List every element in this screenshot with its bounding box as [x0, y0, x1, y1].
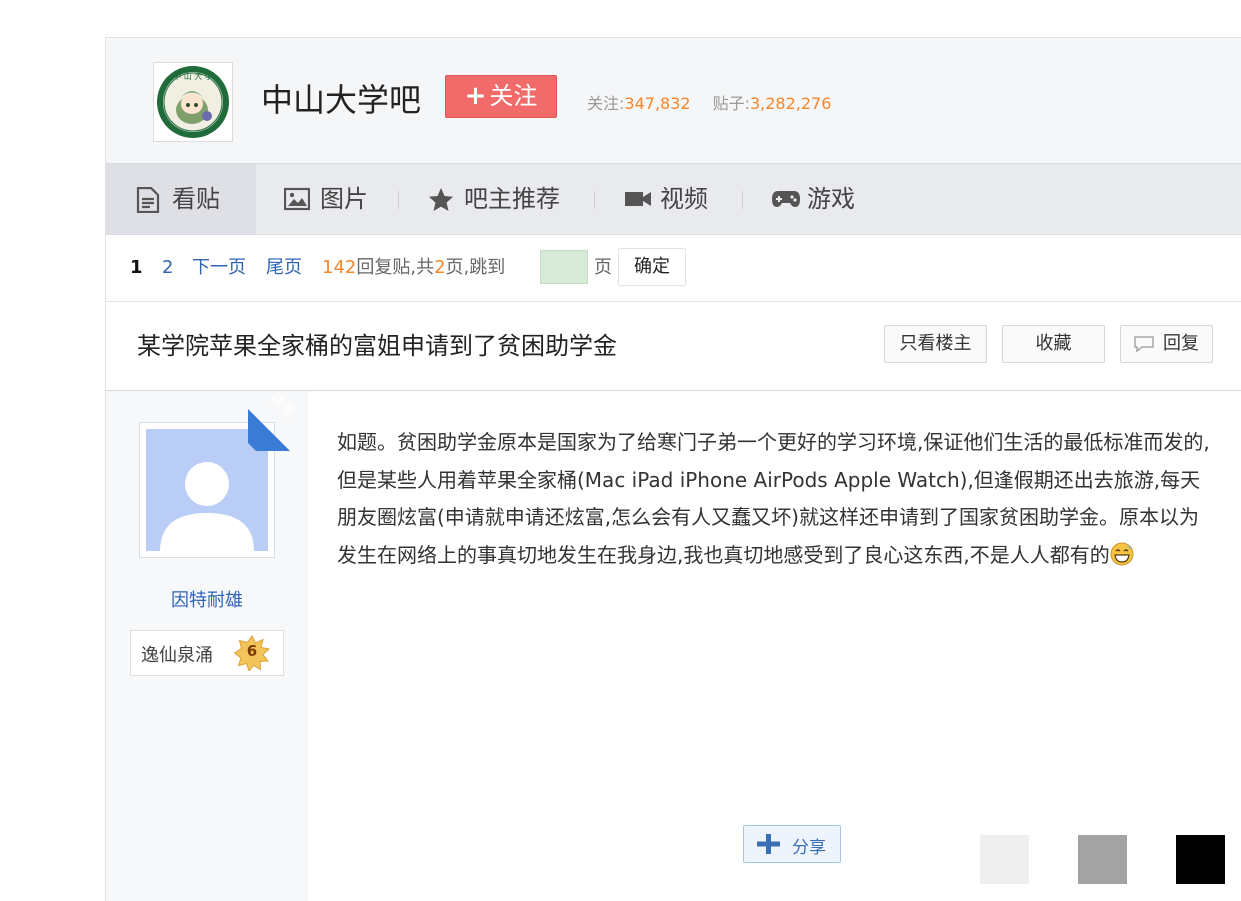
plus-icon: + [464, 81, 487, 111]
plus-icon [757, 834, 780, 854]
forum-stats: 关注:347,832 贴子:3,282,276 [587, 93, 831, 115]
last-page-link[interactable]: 尾页 [266, 234, 302, 301]
favorite-button[interactable]: 收藏 [1002, 325, 1105, 363]
author-name[interactable]: 因特耐雄 [106, 586, 308, 612]
posts-count: 3,282,276 [749, 94, 832, 113]
tab-bar: 看贴 图片 吧主推荐 视频 游戏 [106, 163, 1241, 235]
posts-label: 贴子: [712, 94, 750, 113]
op-ribbon: 楼主 [248, 391, 308, 451]
tab-games-label: 游戏 [807, 185, 855, 213]
tab-posts[interactable]: 看贴 [106, 164, 256, 234]
post-content: 如题。贫困助学金原本是国家为了给寒门子弟一个更好的学习环境,保证他们生活的最低标… [337, 424, 1212, 574]
swatch-dark [1176, 835, 1225, 884]
comment-icon [1134, 336, 1154, 353]
page-jump-button[interactable]: 确定 [618, 248, 686, 286]
post-text: 如题。贫困助学金原本是国家为了给寒门子弟一个更好的学习环境,保证他们生活的最低标… [337, 430, 1210, 567]
follow-label: 关注 [489, 82, 538, 110]
tab-video[interactable]: 视频 [624, 164, 734, 234]
swatch-light [980, 835, 1029, 884]
member-badge[interactable]: 逸仙泉涌 6 [130, 630, 284, 676]
followers-count: 347,832 [624, 94, 691, 113]
reply-count: 142 [322, 257, 357, 278]
reply-text: 回复贴,共 [356, 257, 435, 278]
reply-button[interactable]: 回复 [1120, 325, 1213, 363]
page-2-link[interactable]: 2 [162, 234, 173, 301]
followers-label: 关注: [587, 94, 625, 113]
forum-header: 中 山 大 学 中山大学吧 + 关注 关注:347,832 贴子:3,282,276 [106, 38, 1241, 163]
page-jump-input[interactable] [540, 250, 588, 284]
reply-label: 回复 [1163, 333, 1199, 354]
document-icon [136, 187, 160, 213]
share-label: 分享 [792, 838, 826, 858]
page-unit: 页 [594, 257, 612, 278]
op-tag: 楼主 [266, 391, 298, 422]
tab-games[interactable]: 游戏 [771, 164, 881, 234]
svg-text:中 山 大 学: 中 山 大 学 [173, 71, 213, 81]
thread-title-bar: 某学院苹果全家桶的富姐申请到了贫困助学金 只看楼主 收藏 回复 [106, 302, 1241, 391]
follow-button[interactable]: + 关注 [445, 75, 557, 118]
only-op-button[interactable]: 只看楼主 [884, 325, 987, 363]
share-button[interactable]: 分享 [743, 825, 841, 863]
gamepad-icon [772, 191, 800, 207]
author-panel: 因特耐雄 逸仙泉涌 6 [106, 391, 308, 901]
tab-featured[interactable]: 吧主推荐 [428, 164, 578, 234]
forum-name[interactable]: 中山大学吧 [261, 80, 421, 120]
star-icon [429, 188, 453, 211]
jump-text: 页,跳到 [445, 257, 506, 278]
tab-featured-label: 吧主推荐 [464, 185, 560, 213]
image-icon [284, 187, 310, 211]
badge-name: 逸仙泉涌 [141, 645, 213, 666]
swatch-mid [1078, 835, 1127, 884]
level-badge: 6 [233, 635, 271, 673]
page-frame: 中 山 大 学 中山大学吧 + 关注 关注:347,832 贴子:3,282,276… [105, 37, 1241, 901]
thread-title: 某学院苹果全家桶的富姐申请到了贫困助学金 [137, 332, 617, 360]
level-number: 6 [246, 642, 258, 660]
next-page-link[interactable]: 下一页 [192, 234, 246, 301]
tab-images-label: 图片 [320, 185, 368, 213]
tab-posts-label: 看贴 [172, 185, 220, 213]
tab-images[interactable]: 图片 [284, 164, 394, 234]
reply-summary: 142回复贴,共2页,跳到 [322, 234, 505, 301]
tab-video-label: 视频 [660, 185, 708, 213]
pager: 1 2 下一页 尾页 142回复贴,共2页,跳到 页 确定 [106, 234, 1241, 302]
grin-sweat-emoji-icon [1110, 542, 1134, 565]
forum-logo[interactable]: 中 山 大 学 [153, 62, 233, 142]
total-pages: 2 [434, 257, 446, 278]
page-current: 1 [130, 257, 143, 278]
video-icon [625, 192, 651, 206]
